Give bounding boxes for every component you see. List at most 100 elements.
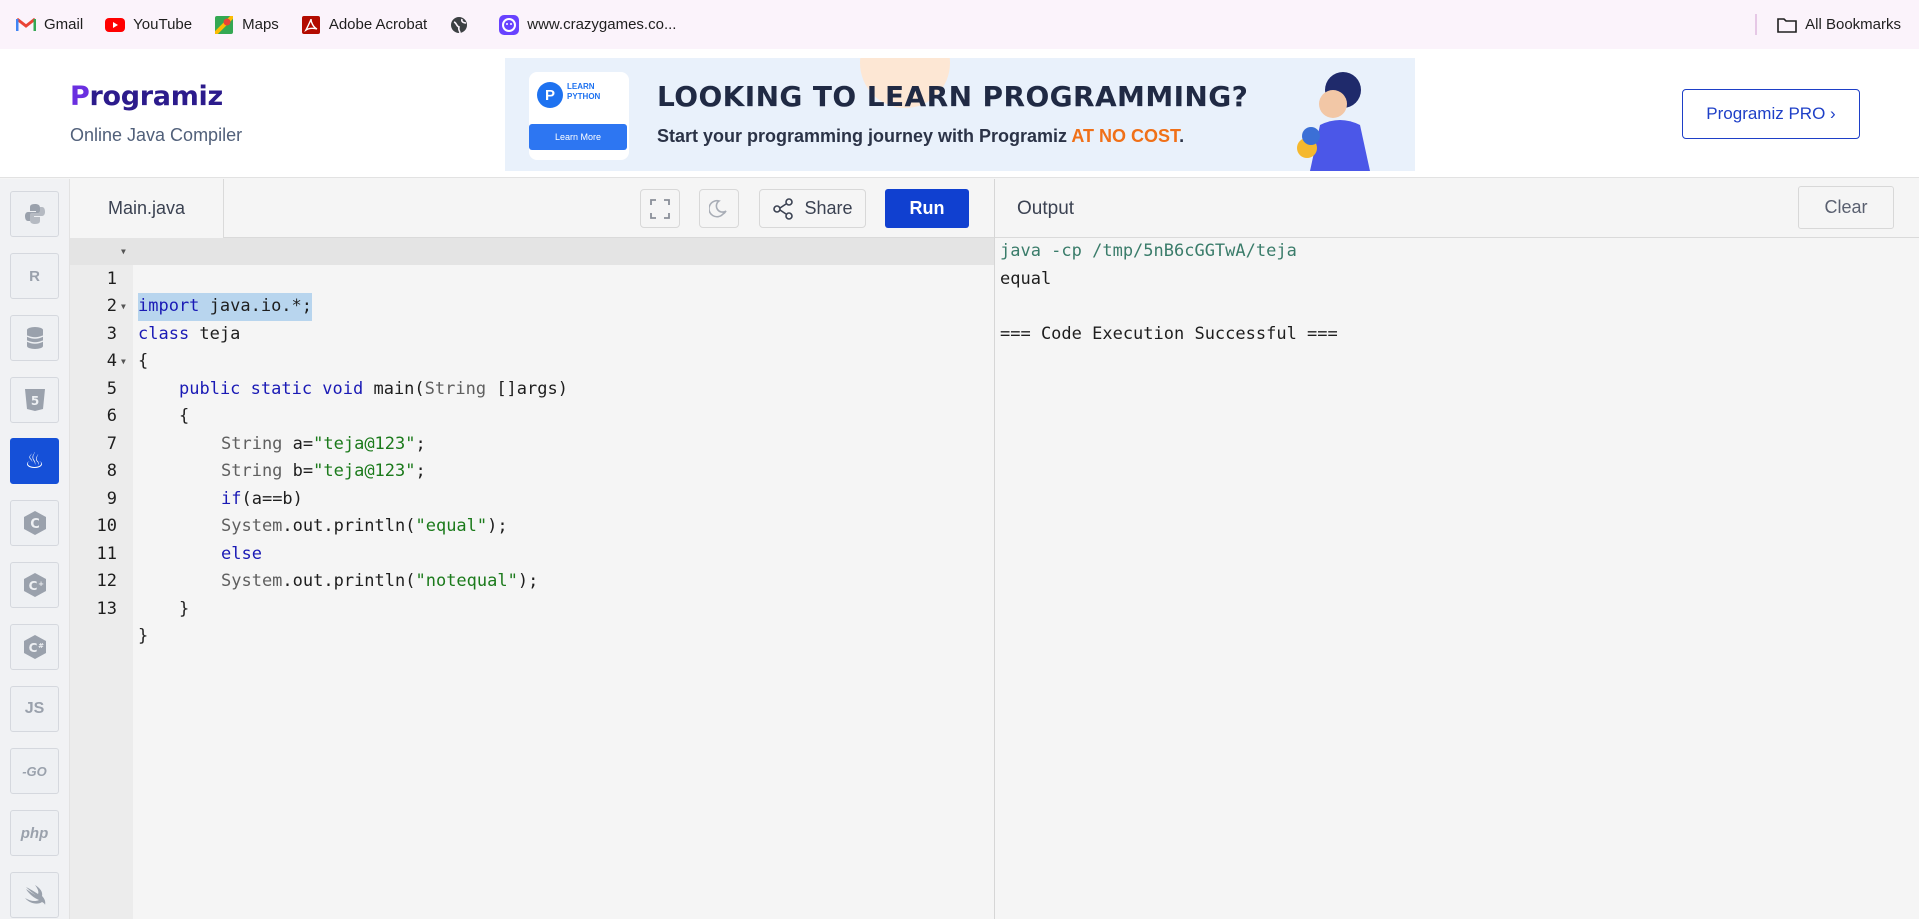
banner-illustration-icon (1297, 72, 1370, 171)
run-button[interactable]: Run (885, 189, 969, 228)
learn-python-logo-icon: P (537, 82, 563, 108)
code-line: 11 System.out.println("notequal"); (70, 513, 995, 592)
crazygames-icon (499, 14, 520, 35)
language-javascript[interactable]: JS (10, 686, 59, 732)
csharp-icon: C # (23, 635, 46, 659)
programiz-logo[interactable]: Programiz (70, 81, 223, 112)
all-bookmarks-label: All Bookmarks (1805, 16, 1901, 33)
page-subtitle: Online Java Compiler (70, 125, 243, 145)
bookmark-maps[interactable]: Maps (214, 10, 279, 40)
bookmark-globe[interactable] (449, 10, 477, 40)
language-r[interactable]: R (10, 253, 59, 299)
code-text: } (179, 598, 190, 619)
language-go[interactable]: -GO (10, 748, 59, 794)
tab-main-java[interactable]: Main.java (70, 179, 224, 238)
language-c[interactable]: C (10, 500, 59, 546)
svg-text:C: C (28, 579, 37, 593)
language-python[interactable] (10, 191, 59, 237)
bookmark-label: Maps (242, 16, 279, 33)
banner-subtext-accent: AT NO COST (1071, 126, 1180, 146)
language-sidebar: R 5 ♨ C C + C # JS -GO php (0, 179, 70, 919)
code-line: 8 if(a==b) (70, 431, 995, 509)
code-line: 5 ▼ { (70, 348, 995, 426)
fold-arrow-icon[interactable]: ▼ (121, 293, 126, 321)
ad-banner[interactable]: P LEARN PYTHON Learn More LOOKING TO LEA… (505, 58, 1415, 171)
dark-mode-button[interactable] (699, 189, 739, 228)
bookmark-acrobat[interactable]: Adobe Acrobat (301, 10, 427, 40)
go-icon: -GO (22, 763, 47, 779)
share-icon (773, 197, 794, 220)
bookmarks-bar: Gmail YouTube Maps Adobe Acrobat www.cra… (0, 0, 1919, 49)
all-bookmarks-button[interactable]: All Bookmarks (1777, 0, 1901, 49)
folder-icon (1777, 15, 1797, 35)
bookmark-gmail[interactable]: Gmail (16, 10, 83, 40)
bookmarks-separator (1755, 14, 1757, 35)
bookmark-label: YouTube (133, 16, 193, 33)
html5-icon: 5 (24, 389, 45, 411)
banner-card-label: LEARN PYTHON (567, 82, 601, 101)
code-line: 7 String b="teja@123"; (70, 403, 995, 482)
banner-subtext: Start your programming journey with Prog… (657, 126, 1184, 147)
globe-icon (449, 15, 469, 35)
line-number: 13 (96, 598, 117, 619)
expand-icon (650, 198, 670, 219)
gmail-icon (16, 15, 36, 35)
code-line: 9 System.out.println("equal"); (70, 458, 995, 537)
share-button[interactable]: Share (759, 189, 866, 228)
code-line: 4 public static void main(String []args) (70, 321, 995, 399)
output-console: java -cp /tmp/5nB6cGGTwA/teja equal === … (995, 238, 1919, 919)
fold-arrow-icon[interactable]: ▼ (121, 348, 126, 376)
output-command: java -cp /tmp/5nB6cGGTwA/teja (1000, 241, 1297, 261)
code-text: } (138, 626, 149, 646)
output-title: Output (1017, 197, 1075, 219)
bookmark-label: Adobe Acrobat (328, 16, 428, 33)
bookmark-label: Gmail (44, 16, 84, 33)
svg-text:5: 5 (30, 394, 38, 408)
r-icon: R (29, 267, 40, 285)
output-status: === Code Execution Successful === (1000, 323, 1338, 344)
fold-arrow-icon[interactable]: ▼ (121, 238, 126, 266)
maps-icon (214, 15, 234, 35)
banner-learn-more-button[interactable]: Learn More (529, 124, 627, 150)
language-csharp[interactable]: C # (10, 624, 59, 670)
php-icon: php (20, 824, 49, 842)
clear-button[interactable]: Clear (1798, 186, 1894, 229)
banner-subtext-main: Start your programming journey with Prog… (657, 126, 1072, 146)
language-sql[interactable] (10, 315, 59, 361)
code-line: 2 class teja (70, 266, 995, 344)
code-line: 1 ▼ import java.io.*; (70, 238, 995, 321)
moon-icon (709, 199, 727, 218)
svg-text:+: + (38, 580, 44, 588)
programiz-pro-button[interactable]: Programiz PRO › (1682, 89, 1860, 139)
share-label: Share (804, 198, 853, 218)
database-icon (26, 327, 43, 349)
language-html[interactable]: 5 (10, 377, 59, 423)
bookmark-label: www.crazygames.co... (527, 16, 677, 33)
bookmark-crazygames[interactable]: www.crazygames.co... (499, 10, 676, 40)
language-php[interactable]: php (10, 810, 59, 856)
svg-text:#: # (38, 642, 44, 650)
youtube-icon (105, 15, 126, 35)
language-swift[interactable] (10, 872, 59, 918)
svg-text:C: C (30, 517, 40, 532)
code-line: 3 ▼ { (70, 293, 995, 371)
fullscreen-button[interactable] (640, 189, 680, 228)
editor-toolbar: Main.java Share Run (70, 179, 995, 238)
code-line: 6 String a="teja@123"; (70, 376, 995, 454)
python-icon (24, 204, 45, 224)
code-line: 13 } (70, 568, 995, 647)
swift-icon (24, 885, 45, 905)
java-icon: ♨ (24, 448, 45, 473)
bookmark-youtube[interactable]: YouTube (105, 10, 192, 40)
site-header: Programiz Online Java Compiler P LEARN P… (0, 49, 1919, 178)
language-cpp[interactable]: C + (10, 562, 59, 608)
banner-subtext-end: . (1179, 126, 1185, 146)
code-line: 12 } (70, 541, 995, 619)
logo-letter: P (70, 81, 90, 112)
language-java[interactable]: ♨ (10, 438, 59, 484)
cpp-icon: C + (23, 573, 46, 597)
svg-text:C: C (28, 641, 37, 655)
output-result: equal (1000, 268, 1052, 289)
c-icon: C (23, 511, 46, 535)
banner-heading: LOOKING TO LEARN PROGRAMMING? (657, 80, 1249, 113)
